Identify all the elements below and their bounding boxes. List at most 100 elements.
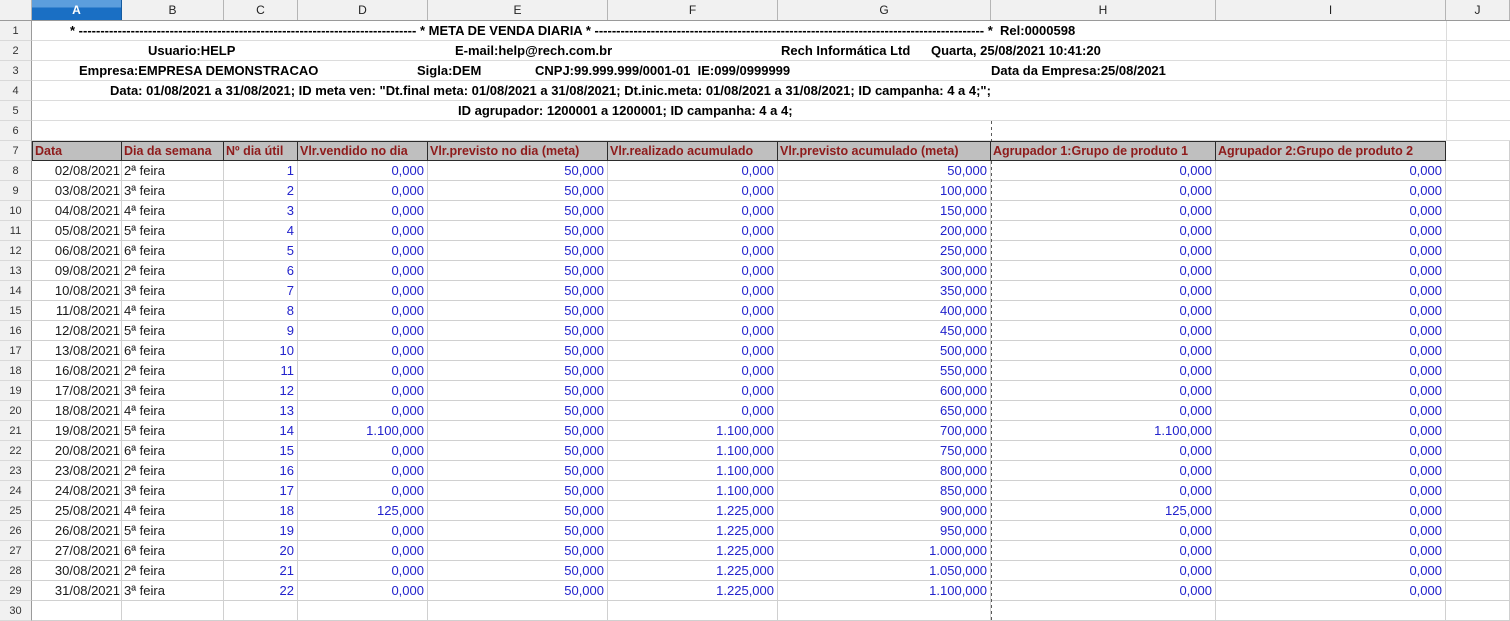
cell-F24[interactable]: 1.100,000 — [608, 481, 778, 501]
cell-D29[interactable]: 0,000 — [298, 581, 428, 601]
cell-G16[interactable]: 450,000 — [778, 321, 991, 341]
cell-A14[interactable]: 10/08/2021 — [32, 281, 122, 301]
row-header-29[interactable]: 29 — [0, 581, 32, 601]
cell-J17[interactable] — [1446, 341, 1510, 361]
cell-B30[interactable] — [122, 601, 224, 621]
cell-B27[interactable]: 6ª feira — [122, 541, 224, 561]
cell-G20[interactable]: 650,000 — [778, 401, 991, 421]
cell-F22[interactable]: 1.100,000 — [608, 441, 778, 461]
cell-G29[interactable]: 1.100,000 — [778, 581, 991, 601]
row-header-19[interactable]: 19 — [0, 381, 32, 401]
table-header-D[interactable]: Vlr.vendido no dia — [298, 141, 428, 161]
cell-C9[interactable]: 2 — [224, 181, 298, 201]
cell-E30[interactable] — [428, 601, 608, 621]
cell-H23[interactable]: 0,000 — [991, 461, 1216, 481]
cell-H26[interactable]: 0,000 — [991, 521, 1216, 541]
cell-A9[interactable]: 03/08/2021 — [32, 181, 122, 201]
column-header-I[interactable]: I — [1216, 0, 1446, 20]
cell-G9[interactable]: 100,000 — [778, 181, 991, 201]
cell-F27[interactable]: 1.225,000 — [608, 541, 778, 561]
cell-J28[interactable] — [1446, 561, 1510, 581]
cell-C24[interactable]: 17 — [224, 481, 298, 501]
cell-D11[interactable]: 0,000 — [298, 221, 428, 241]
row-header-17[interactable]: 17 — [0, 341, 32, 361]
report-header-row-2[interactable]: Usuario:HELPE-mail:help@rech.com.brRech … — [32, 41, 1510, 61]
cell-J12[interactable] — [1446, 241, 1510, 261]
cell-H29[interactable]: 0,000 — [991, 581, 1216, 601]
cell-H10[interactable]: 0,000 — [991, 201, 1216, 221]
cell-D14[interactable]: 0,000 — [298, 281, 428, 301]
row-header-10[interactable]: 10 — [0, 201, 32, 221]
cell-D24[interactable]: 0,000 — [298, 481, 428, 501]
cell-E22[interactable]: 50,000 — [428, 441, 608, 461]
cell-A24[interactable]: 24/08/2021 — [32, 481, 122, 501]
cell-F20[interactable]: 0,000 — [608, 401, 778, 421]
cell-B20[interactable]: 4ª feira — [122, 401, 224, 421]
cell-H30[interactable] — [991, 601, 1216, 621]
cell-C27[interactable]: 20 — [224, 541, 298, 561]
cell-H20[interactable]: 0,000 — [991, 401, 1216, 421]
cell-C16[interactable]: 9 — [224, 321, 298, 341]
cell-H21[interactable]: 1.100,000 — [991, 421, 1216, 441]
cell-B9[interactable]: 3ª feira — [122, 181, 224, 201]
row-header-24[interactable]: 24 — [0, 481, 32, 501]
cell-A26[interactable]: 26/08/2021 — [32, 521, 122, 541]
cell-E12[interactable]: 50,000 — [428, 241, 608, 261]
row-header-3[interactable]: 3 — [0, 61, 32, 81]
cell-B10[interactable]: 4ª feira — [122, 201, 224, 221]
row-header-20[interactable]: 20 — [0, 401, 32, 421]
cell-A17[interactable]: 13/08/2021 — [32, 341, 122, 361]
cell-F16[interactable]: 0,000 — [608, 321, 778, 341]
cell-I14[interactable]: 0,000 — [1216, 281, 1446, 301]
cell-I16[interactable]: 0,000 — [1216, 321, 1446, 341]
cell-B29[interactable]: 3ª feira — [122, 581, 224, 601]
cell-H14[interactable]: 0,000 — [991, 281, 1216, 301]
cell-F12[interactable]: 0,000 — [608, 241, 778, 261]
cell-C28[interactable]: 21 — [224, 561, 298, 581]
cell-I26[interactable]: 0,000 — [1216, 521, 1446, 541]
cell-E20[interactable]: 50,000 — [428, 401, 608, 421]
cell-A12[interactable]: 06/08/2021 — [32, 241, 122, 261]
cell-G24[interactable]: 850,000 — [778, 481, 991, 501]
cell-G27[interactable]: 1.000,000 — [778, 541, 991, 561]
cell-G23[interactable]: 800,000 — [778, 461, 991, 481]
column-header-D[interactable]: D — [298, 0, 428, 20]
cell-I12[interactable]: 0,000 — [1216, 241, 1446, 261]
cell-A23[interactable]: 23/08/2021 — [32, 461, 122, 481]
row-header-7[interactable]: 7 — [0, 141, 32, 161]
column-header-A[interactable]: A — [32, 0, 122, 20]
cell-E28[interactable]: 50,000 — [428, 561, 608, 581]
select-all-corner[interactable] — [0, 0, 32, 20]
cell-J13[interactable] — [1446, 261, 1510, 281]
cell-G28[interactable]: 1.050,000 — [778, 561, 991, 581]
cell-J9[interactable] — [1446, 181, 1510, 201]
cell-F26[interactable]: 1.225,000 — [608, 521, 778, 541]
cell-H11[interactable]: 0,000 — [991, 221, 1216, 241]
cell-A13[interactable]: 09/08/2021 — [32, 261, 122, 281]
cell-E14[interactable]: 50,000 — [428, 281, 608, 301]
cell-I22[interactable]: 0,000 — [1216, 441, 1446, 461]
cell-A25[interactable]: 25/08/2021 — [32, 501, 122, 521]
cell-J11[interactable] — [1446, 221, 1510, 241]
table-header-A[interactable]: Data — [32, 141, 122, 161]
cell-E17[interactable]: 50,000 — [428, 341, 608, 361]
cell-I20[interactable]: 0,000 — [1216, 401, 1446, 421]
cell-D12[interactable]: 0,000 — [298, 241, 428, 261]
cell-D26[interactable]: 0,000 — [298, 521, 428, 541]
cell-B14[interactable]: 3ª feira — [122, 281, 224, 301]
cell-B22[interactable]: 6ª feira — [122, 441, 224, 461]
cell-H12[interactable]: 0,000 — [991, 241, 1216, 261]
column-header-H[interactable]: H — [991, 0, 1216, 20]
column-header-B[interactable]: B — [122, 0, 224, 20]
cell-F19[interactable]: 0,000 — [608, 381, 778, 401]
cell-J18[interactable] — [1446, 361, 1510, 381]
cell-C17[interactable]: 10 — [224, 341, 298, 361]
cell-J27[interactable] — [1446, 541, 1510, 561]
cell-H18[interactable]: 0,000 — [991, 361, 1216, 381]
row-header-12[interactable]: 12 — [0, 241, 32, 261]
cell-I10[interactable]: 0,000 — [1216, 201, 1446, 221]
cell-B25[interactable]: 4ª feira — [122, 501, 224, 521]
row-header-8[interactable]: 8 — [0, 161, 32, 181]
cell-D15[interactable]: 0,000 — [298, 301, 428, 321]
cell-D13[interactable]: 0,000 — [298, 261, 428, 281]
